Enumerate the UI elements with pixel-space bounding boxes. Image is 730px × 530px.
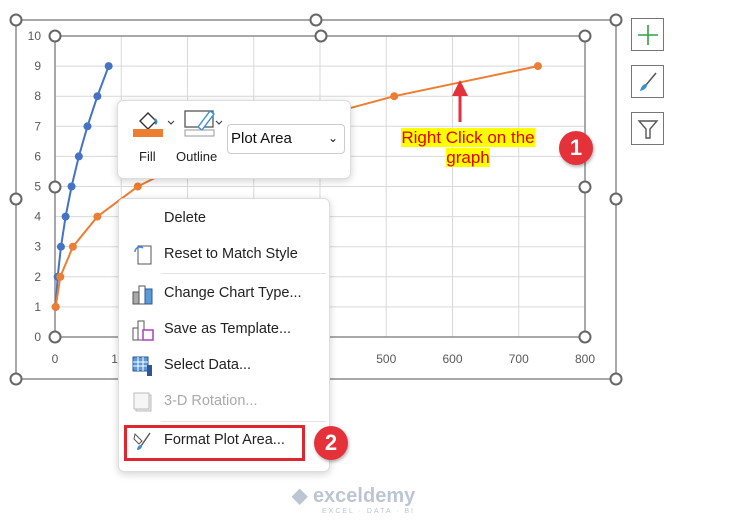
fill-button[interactable] [132, 107, 177, 139]
y-tick-label: 4 [34, 210, 41, 224]
data-point [74, 152, 83, 161]
resize-handle[interactable] [48, 330, 62, 344]
y-tick-label: 5 [34, 180, 41, 194]
y-tick-label: 0 [34, 330, 41, 344]
y-tick-label: 2 [34, 270, 41, 284]
data-point [133, 182, 142, 191]
annotation-text: Right Click on the graph [401, 128, 535, 167]
x-tick-label: 500 [376, 352, 396, 366]
paint-bucket-icon [133, 112, 175, 137]
menu-item-label: Reset to Match Style [164, 246, 298, 262]
outline-pen-icon [184, 110, 223, 137]
resize-handle[interactable] [48, 29, 62, 43]
data-point [56, 242, 65, 251]
data-point [51, 302, 60, 311]
data-point [68, 242, 77, 251]
x-tick-label: 600 [442, 352, 462, 366]
resize-handle[interactable] [578, 29, 592, 43]
data-point [533, 62, 542, 71]
highlight-box [124, 425, 305, 461]
menu-item-select-data[interactable]: Select Data... [119, 350, 329, 380]
menu-item-label: Change Chart Type... [164, 285, 302, 301]
chevron-down-icon: ⌄ [327, 131, 338, 145]
chart-filters-button[interactable] [631, 112, 664, 145]
resize-handle[interactable] [578, 180, 592, 194]
resize-handle[interactable] [9, 13, 23, 27]
chart-type-icon [132, 285, 153, 305]
y-tick-label: 7 [34, 119, 41, 133]
watermark-logo: ◆ exceldemy EXCEL · DATA · BI [292, 485, 416, 515]
rotation-icon [133, 392, 152, 412]
resize-handle[interactable] [48, 180, 62, 194]
menu-item-label: 3-D Rotation... [164, 393, 258, 409]
y-tick-label: 8 [34, 89, 41, 103]
y-tick-label: 6 [34, 149, 41, 163]
menu-item-label: Select Data... [164, 357, 252, 373]
data-point [93, 212, 102, 221]
chart-styles-button[interactable] [631, 65, 664, 98]
menu-item-delete[interactable]: Delete [119, 203, 329, 233]
chart-elements-button[interactable] [631, 18, 664, 51]
y-tick-label: 3 [34, 240, 41, 254]
resize-handle[interactable] [9, 192, 23, 206]
chart-element-select[interactable]: Plot Area ⌄ [227, 124, 345, 154]
menu-item-label: Delete [164, 210, 206, 226]
menu-separator [161, 421, 326, 422]
data-point [93, 92, 102, 101]
menu-item-save-template[interactable]: Save as Template... [119, 314, 329, 344]
mini-toolbar: Fill Outline Plot Area ⌄ [117, 100, 351, 179]
menu-item-3d-rotation: 3-D Rotation... [119, 386, 329, 416]
y-tick-label: 1 [34, 300, 41, 314]
step-badge-1: 1 [559, 131, 593, 165]
menu-item-label: Save as Template... [164, 321, 292, 337]
outline-label: Outline [176, 149, 218, 164]
arrow-up-icon [452, 80, 468, 122]
data-point [104, 62, 113, 71]
menu-item-change-chart-type[interactable]: Change Chart Type... [119, 278, 329, 308]
brush-icon [639, 72, 657, 91]
y-tick-label: 9 [34, 59, 41, 73]
x-tick-label: 0 [52, 352, 59, 366]
step-badge-2: 2 [314, 426, 348, 460]
data-point [61, 212, 70, 221]
data-point [390, 92, 399, 101]
select-value: Plot Area [231, 130, 292, 147]
resize-handle[interactable] [314, 29, 328, 43]
resize-handle[interactable] [578, 330, 592, 344]
outline-button[interactable] [184, 107, 224, 139]
y-tick-label: 10 [28, 29, 42, 43]
filter-icon [636, 119, 659, 139]
resize-handle[interactable] [609, 372, 623, 386]
data-point [83, 122, 92, 131]
data-point [67, 182, 76, 191]
save-template-icon [132, 320, 154, 341]
chart[interactable]: 0100200300400500600700800012345678910 [0, 0, 730, 530]
resize-handle[interactable] [9, 372, 23, 386]
x-tick-label: 800 [575, 352, 595, 366]
select-data-icon [132, 356, 152, 376]
menu-item-reset-style[interactable]: Reset to Match Style [119, 239, 329, 269]
menu-separator [161, 273, 326, 274]
plus-icon [637, 24, 658, 45]
reset-style-icon [134, 245, 152, 265]
resize-handle[interactable] [309, 13, 323, 27]
x-tick-label: 700 [509, 352, 529, 366]
data-point [56, 272, 65, 281]
resize-handle[interactable] [609, 13, 623, 27]
fill-label: Fill [139, 149, 156, 164]
resize-handle[interactable] [609, 192, 623, 206]
